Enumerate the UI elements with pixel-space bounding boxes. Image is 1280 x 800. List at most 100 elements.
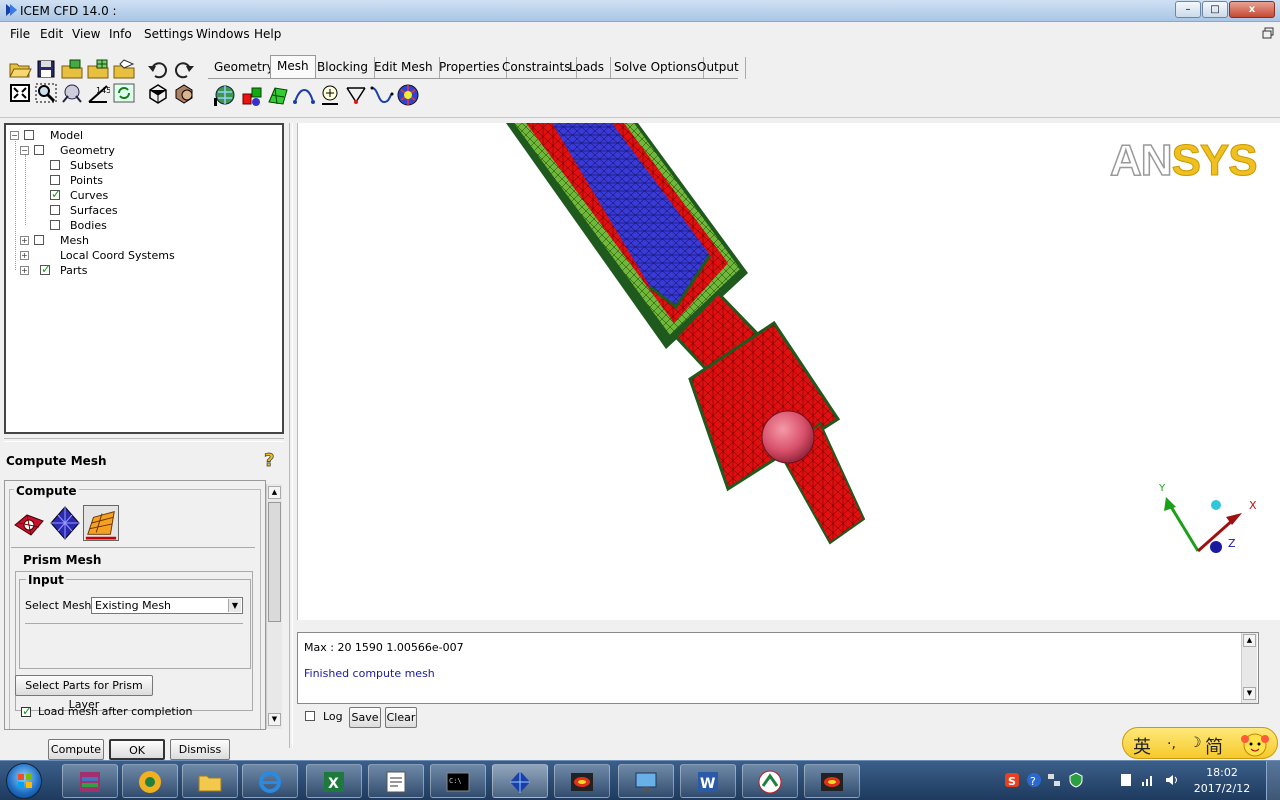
zoom-box-icon[interactable] xyxy=(34,82,58,104)
scroll-up-icon[interactable]: ▲ xyxy=(268,486,281,499)
taskbar-cfd-post[interactable] xyxy=(804,764,860,798)
minimize-button[interactable]: – xyxy=(1175,1,1201,18)
menu-settings[interactable]: Settings xyxy=(144,27,193,41)
expand-icon[interactable]: + xyxy=(20,251,29,260)
scroll-thumb[interactable] xyxy=(268,502,281,622)
log-checkbox[interactable] xyxy=(305,711,315,721)
taskbar-fluent[interactable] xyxy=(554,764,610,798)
show-desktop-button[interactable] xyxy=(1266,761,1280,800)
menu-windows[interactable]: Windows xyxy=(196,27,250,41)
tab-blocking[interactable]: Blocking xyxy=(311,57,376,79)
curve-mesh-setup-icon[interactable] xyxy=(292,82,316,108)
save-disk-icon[interactable] xyxy=(34,58,58,80)
help-tray-icon[interactable]: ? xyxy=(1026,772,1042,788)
measure-angle-icon[interactable]: 145 xyxy=(86,82,110,104)
visibility-checkbox[interactable] xyxy=(50,220,60,230)
visibility-checkbox[interactable] xyxy=(50,160,60,170)
sogou-tray-icon[interactable]: S xyxy=(1004,772,1020,788)
signal-tray-icon[interactable] xyxy=(1140,772,1156,788)
select-parts-button[interactable]: Select Parts for Prism Layer xyxy=(15,675,153,711)
prism-mesh-icon[interactable] xyxy=(83,505,119,541)
menu-file[interactable]: File xyxy=(10,27,30,41)
scroll-up-icon[interactable]: ▲ xyxy=(1243,634,1256,647)
collapse-icon[interactable]: − xyxy=(10,131,19,140)
ok-button[interactable]: OK xyxy=(109,739,165,760)
clear-log-button[interactable]: Clear xyxy=(385,707,417,728)
ime-language-toggle[interactable]: 英 xyxy=(1133,733,1151,759)
taskbar-app-winrar[interactable] xyxy=(62,764,118,798)
menu-edit[interactable]: Edit xyxy=(40,27,63,41)
visibility-checkbox[interactable] xyxy=(50,205,60,215)
collapse-icon[interactable]: − xyxy=(20,146,29,155)
close-button[interactable]: x xyxy=(1229,1,1275,18)
expand-icon[interactable]: + xyxy=(20,236,29,245)
taskbar-cmd[interactable]: C:\ xyxy=(430,764,486,798)
menu-view[interactable]: View xyxy=(72,27,100,41)
refresh-icon[interactable] xyxy=(112,82,136,104)
pane-splitter[interactable] xyxy=(289,123,293,748)
tab-mesh[interactable]: Mesh xyxy=(270,55,316,79)
security-shield-icon[interactable] xyxy=(1068,772,1084,788)
taskbar-excel[interactable]: X xyxy=(306,764,362,798)
visibility-checkbox[interactable] xyxy=(34,235,44,245)
volume-mesh-icon[interactable] xyxy=(11,505,47,541)
part-mesh-setup-icon[interactable] xyxy=(240,82,264,108)
restore-window-icon[interactable] xyxy=(1262,27,1274,39)
taskbar-notepad[interactable] xyxy=(368,764,424,798)
mesh-curve-icon[interactable] xyxy=(370,82,394,108)
ime-mascot-icon[interactable] xyxy=(1235,731,1275,757)
taskbar-explorer[interactable] xyxy=(182,764,238,798)
maximize-button[interactable]: □ xyxy=(1202,1,1228,18)
visibility-checkbox[interactable] xyxy=(50,175,60,185)
taskbar-ie[interactable] xyxy=(242,764,298,798)
start-button[interactable] xyxy=(6,763,42,799)
open-mesh-icon[interactable] xyxy=(86,58,110,80)
menu-info[interactable]: Info xyxy=(109,27,132,41)
panel-splitter[interactable] xyxy=(4,438,284,442)
global-mesh-setup-icon[interactable] xyxy=(212,82,236,108)
taskbar-remote-desktop[interactable] xyxy=(618,764,674,798)
tab-solve-options[interactable]: Solve Options xyxy=(608,57,704,79)
taskbar-icem[interactable] xyxy=(492,764,548,798)
dismiss-button[interactable]: Dismiss xyxy=(170,739,230,760)
network-tray-icon[interactable] xyxy=(1046,772,1062,788)
open-blocking-icon[interactable] xyxy=(112,58,136,80)
surface-mesh-setup-icon[interactable] xyxy=(266,82,290,108)
visibility-checkbox[interactable] xyxy=(40,262,51,276)
open-folder-icon[interactable] xyxy=(8,58,32,80)
fit-window-icon[interactable] xyxy=(8,82,32,104)
expand-icon[interactable]: + xyxy=(20,266,29,275)
undo-icon[interactable] xyxy=(146,58,170,80)
visibility-checkbox[interactable] xyxy=(24,130,34,140)
taskbar-app-yellow[interactable] xyxy=(122,764,178,798)
menu-help[interactable]: Help xyxy=(254,27,281,41)
tab-edit-mesh[interactable]: Edit Mesh xyxy=(368,57,440,79)
create-mesh-density-icon[interactable] xyxy=(318,82,342,108)
panel-scrollbar[interactable]: ▲ ▼ xyxy=(266,484,282,729)
action-center-icon[interactable] xyxy=(1118,772,1134,788)
tab-output[interactable]: Output xyxy=(691,57,746,79)
select-mesh-dropdown[interactable]: Existing Mesh ▼ xyxy=(91,597,243,614)
message-window[interactable]: Max : 20 1590 1.00566e-007 Finished comp… xyxy=(297,632,1259,704)
redo-icon[interactable] xyxy=(172,58,196,80)
scroll-down-icon[interactable]: ▼ xyxy=(268,713,281,726)
load-mesh-checkbox[interactable] xyxy=(21,704,32,718)
wireframe-icon[interactable] xyxy=(146,82,170,104)
system-clock[interactable]: 18:02 2017/2/12 xyxy=(1192,765,1252,797)
ime-punctuation-toggle[interactable]: ·, xyxy=(1167,736,1176,752)
measure-distance-icon[interactable] xyxy=(60,82,84,104)
ime-simplified-toggle[interactable]: 简 xyxy=(1205,733,1223,759)
ime-moon-icon[interactable]: ☽ xyxy=(1189,735,1202,751)
volume-icon[interactable] xyxy=(1164,772,1180,788)
taskbar-word[interactable]: W xyxy=(680,764,736,798)
surface-mesh-icon[interactable] xyxy=(47,505,83,541)
compute-button[interactable]: Compute xyxy=(48,739,104,760)
define-connectors-icon[interactable] xyxy=(344,82,368,108)
help-icon[interactable]: ? xyxy=(262,450,278,470)
ime-toolbar[interactable]: 英 ·, ☽ 简 xyxy=(1122,727,1278,759)
solid-render-icon[interactable] xyxy=(172,82,196,104)
taskbar-app-green[interactable] xyxy=(742,764,798,798)
graphics-viewport[interactable]: Y X Z ANSYS xyxy=(297,123,1280,620)
visibility-checkbox[interactable] xyxy=(34,145,44,155)
save-log-button[interactable]: Save xyxy=(349,707,381,728)
